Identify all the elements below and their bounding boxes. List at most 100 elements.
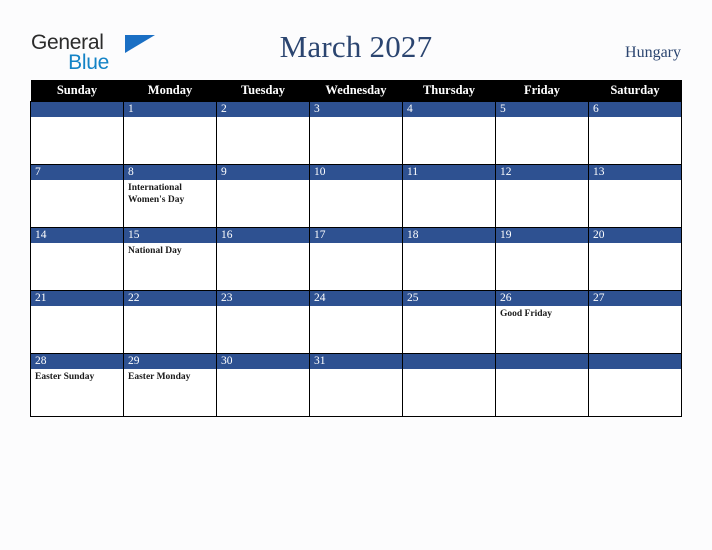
calendar-day-cell-11[interactable]: 11 xyxy=(402,164,496,228)
day-events xyxy=(403,180,495,183)
calendar-day-cell-26[interactable]: 26 Good Friday xyxy=(495,290,589,354)
event-label: Easter Sunday xyxy=(35,372,95,382)
day-events: National Day xyxy=(124,243,216,258)
calendar-day-cell-24[interactable]: 24 xyxy=(309,290,403,354)
calendar-day-cell-21[interactable]: 21 xyxy=(30,290,124,354)
calendar-day-cell-13[interactable]: 13 xyxy=(588,164,682,228)
day-number: 27 xyxy=(589,291,681,306)
calendar-day-cell-15[interactable]: 15 National Day xyxy=(123,227,217,291)
calendar-day-cell-10[interactable]: 10 xyxy=(309,164,403,228)
calendar-day-cell-22[interactable]: 22 xyxy=(123,290,217,354)
event-label: International Women's Day xyxy=(128,183,185,205)
calendar-day-cell-5[interactable]: 5 xyxy=(495,101,589,165)
day-events: Easter Sunday xyxy=(31,369,123,384)
calendar-day-cell-30[interactable]: 30 xyxy=(216,353,310,417)
day-events xyxy=(31,243,123,246)
calendar-day-cell-6[interactable]: 6 xyxy=(588,101,682,165)
page-header: General Blue March 2027 Hungary xyxy=(0,0,712,78)
day-cell-content: 3 xyxy=(310,102,402,164)
day-cell-content xyxy=(31,102,123,164)
day-cell-content: 2 xyxy=(217,102,309,164)
day-number: 17 xyxy=(310,228,402,243)
calendar-day-cell-8[interactable]: 8 International Women's Day xyxy=(123,164,217,228)
calendar-day-cell-14[interactable]: 14 xyxy=(30,227,124,291)
day-events xyxy=(496,369,588,372)
calendar-day-cell-17[interactable]: 17 xyxy=(309,227,403,291)
day-number: 11 xyxy=(403,165,495,180)
day-number: 14 xyxy=(31,228,123,243)
calendar-week-row: 28 Easter Sunday 29 Easter Monday 30 31 xyxy=(30,353,682,417)
day-number: 20 xyxy=(589,228,681,243)
day-number xyxy=(589,354,681,369)
day-cell-content: 14 xyxy=(31,228,123,290)
day-events xyxy=(589,180,681,183)
day-number xyxy=(496,354,588,369)
day-cell-content: 9 xyxy=(217,165,309,227)
day-events: International Women's Day xyxy=(124,180,216,206)
calendar-week-row: 14 15 National Day 16 17 18 19 20 xyxy=(30,227,682,291)
day-cell-content: 1 xyxy=(124,102,216,164)
day-cell-content: 6 xyxy=(589,102,681,164)
calendar-day-cell-empty[interactable] xyxy=(588,353,682,417)
day-number: 8 xyxy=(124,165,216,180)
day-number: 30 xyxy=(217,354,309,369)
calendar-day-cell-1[interactable]: 1 xyxy=(123,101,217,165)
day-cell-content: 5 xyxy=(496,102,588,164)
calendar-day-cell-20[interactable]: 20 xyxy=(588,227,682,291)
day-events xyxy=(310,369,402,372)
calendar-day-cell-27[interactable]: 27 xyxy=(588,290,682,354)
day-cell-content xyxy=(496,354,588,416)
calendar-day-cell-29[interactable]: 29 Easter Monday xyxy=(123,353,217,417)
day-cell-content: 12 xyxy=(496,165,588,227)
calendar-day-cell-19[interactable]: 19 xyxy=(495,227,589,291)
day-number: 19 xyxy=(496,228,588,243)
country-label: Hungary xyxy=(625,44,681,61)
day-events xyxy=(310,243,402,246)
calendar-day-cell-28[interactable]: 28 Easter Sunday xyxy=(30,353,124,417)
day-number: 18 xyxy=(403,228,495,243)
day-events xyxy=(310,306,402,309)
calendar-day-cell-16[interactable]: 16 xyxy=(216,227,310,291)
day-number: 22 xyxy=(124,291,216,306)
day-cell-content: 10 xyxy=(310,165,402,227)
day-cell-content: 26 Good Friday xyxy=(496,291,588,353)
calendar-day-cell-2[interactable]: 2 xyxy=(216,101,310,165)
day-events xyxy=(217,180,309,183)
day-cell-content: 21 xyxy=(31,291,123,353)
calendar-day-cell-25[interactable]: 25 xyxy=(402,290,496,354)
day-cell-content: 18 xyxy=(403,228,495,290)
weekday-header-saturday: Saturday xyxy=(588,80,682,102)
calendar-day-cell-12[interactable]: 12 xyxy=(495,164,589,228)
event-label: Easter Monday xyxy=(128,372,191,382)
day-number: 29 xyxy=(124,354,216,369)
weekday-header-row: Sunday Monday Tuesday Wednesday Thursday Frid… xyxy=(30,80,682,102)
day-number: 7 xyxy=(31,165,123,180)
page-title: March 2027 xyxy=(279,29,433,64)
calendar-day-cell-4[interactable]: 4 xyxy=(402,101,496,165)
event-label: Good Friday xyxy=(500,309,552,319)
day-cell-content: 8 International Women's Day xyxy=(124,165,216,227)
calendar-day-cell-31[interactable]: 31 xyxy=(309,353,403,417)
day-events xyxy=(31,180,123,183)
day-cell-content: 31 xyxy=(310,354,402,416)
day-events xyxy=(310,117,402,120)
day-events xyxy=(589,117,681,120)
calendar-day-cell-9[interactable]: 9 xyxy=(216,164,310,228)
weekday-header-friday: Friday xyxy=(495,80,589,102)
day-cell-content: 24 xyxy=(310,291,402,353)
calendar-day-cell-3[interactable]: 3 xyxy=(309,101,403,165)
day-number: 15 xyxy=(124,228,216,243)
day-cell-content xyxy=(403,354,495,416)
calendar-day-cell-empty[interactable] xyxy=(402,353,496,417)
day-events xyxy=(31,117,123,120)
day-events xyxy=(31,306,123,309)
calendar-day-cell-empty[interactable] xyxy=(495,353,589,417)
calendar-day-cell-empty[interactable] xyxy=(30,101,124,165)
calendar-day-cell-7[interactable]: 7 xyxy=(30,164,124,228)
calendar-day-cell-23[interactable]: 23 xyxy=(216,290,310,354)
calendar-week-row: 21 22 23 24 25 26 Good Friday 27 xyxy=(30,290,682,354)
day-events xyxy=(403,243,495,246)
day-cell-content: 29 Easter Monday xyxy=(124,354,216,416)
calendar-day-cell-18[interactable]: 18 xyxy=(402,227,496,291)
day-number: 28 xyxy=(31,354,123,369)
